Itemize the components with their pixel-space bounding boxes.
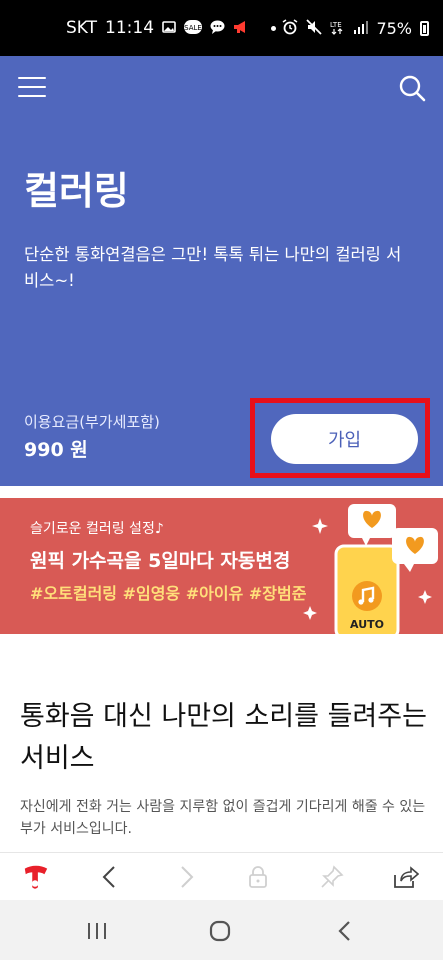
back-icon[interactable] [96, 863, 124, 891]
sale-icon: SALE [184, 19, 203, 37]
fee-label: 이용요금(부가세포함) [24, 413, 160, 431]
home-icon[interactable] [207, 918, 233, 944]
signal-icon [354, 20, 369, 37]
pin-icon [318, 863, 346, 891]
recent-apps-icon[interactable] [84, 918, 110, 944]
hero-section: 컬러링 단순한 통화연결음은 그만! 톡톡 튀는 나만의 컬러링 서비스~! 이… [0, 56, 443, 486]
lte-icon: LTE [330, 19, 346, 38]
battery-percent: 75% [376, 18, 412, 38]
content-description: 자신에게 전화 거는 사람을 지루함 없이 즐겁게 기다리게 해줄 수 있는 부… [20, 799, 426, 837]
hero-description: 단순한 통화연결음은 그만! 톡톡 튀는 나만의 컬러링 서비스~! [24, 245, 402, 290]
browser-toolbar [0, 852, 443, 900]
battery-icon [420, 20, 429, 36]
banner-subtitle: 슬기로운 컬러링 설정♪ [30, 521, 164, 537]
chat-icon [210, 20, 225, 37]
share-icon[interactable] [392, 863, 420, 891]
megaphone-icon [233, 20, 249, 37]
search-icon[interactable] [398, 74, 426, 102]
banner-tags: #오토컬러링 #임영웅 #아이유 #장범준 [30, 584, 307, 603]
content-title: 통화음 대신 나만의 소리를 들려주는 서비스 [20, 701, 427, 774]
gallery-icon [162, 20, 176, 37]
join-button[interactable]: 가입 [271, 414, 418, 464]
sparkle-icon [418, 590, 432, 604]
t-logo-icon[interactable] [22, 863, 50, 891]
auto-label: AUTO [350, 618, 384, 631]
promo-banner[interactable]: 슬기로운 컬러링 설정♪ 원픽 가수곡을 5일마다 자동변경 #오토컬러링 #임… [0, 498, 443, 634]
alarm-icon [282, 18, 298, 38]
mute-icon [306, 18, 323, 38]
auto-phone-illustration: AUTO [303, 504, 438, 634]
nav-back-icon[interactable] [332, 918, 358, 944]
sale-badge-text: SALE [184, 24, 202, 32]
lte-text: LTE [330, 21, 342, 29]
music-note-icon [352, 581, 382, 611]
lock-icon [244, 863, 272, 891]
sparkle-icon [303, 606, 317, 620]
carrier-label: SKT [66, 18, 98, 38]
forward-icon [172, 863, 200, 891]
system-nav-bar [0, 900, 443, 960]
menu-icon[interactable] [18, 77, 46, 99]
banner-headline: 원픽 가수곡을 5일마다 자동변경 [30, 550, 291, 572]
notification-dot-icon [271, 25, 277, 31]
status-bar: SKT 11:14 SALE LTE 75% [0, 0, 443, 56]
page-title: 컬러링 [24, 169, 129, 213]
sparkle-icon [312, 518, 328, 534]
time-label: 11:14 [105, 18, 155, 38]
fee-value: 990 원 [24, 439, 88, 461]
